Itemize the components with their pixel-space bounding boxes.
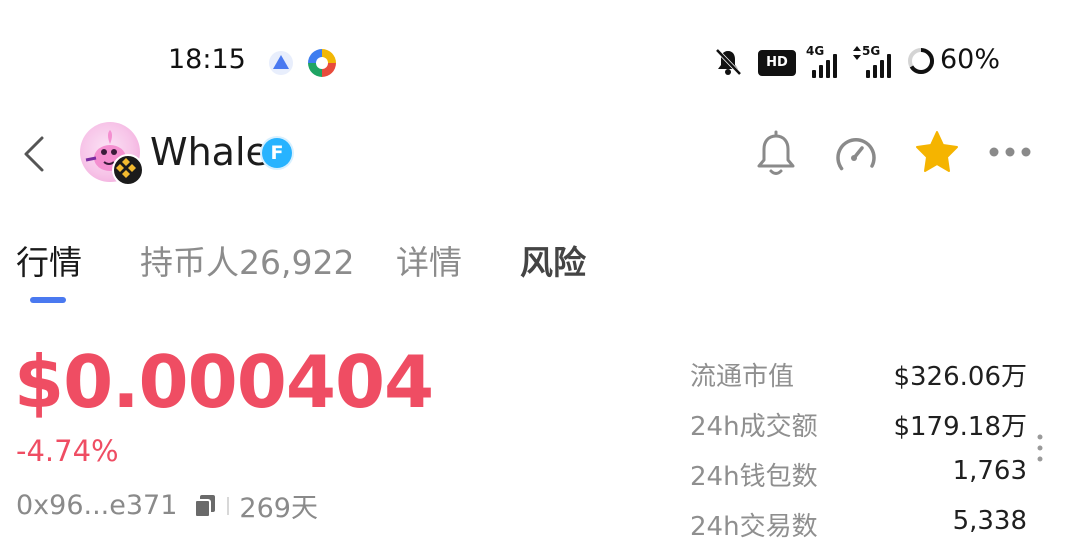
stat-value-24h-trades: 5,338 — [952, 506, 1027, 536]
contract-address: 0x96...e371 — [16, 490, 178, 521]
verified-badge: F — [262, 138, 292, 168]
signal-5g-icon: 5G — [852, 44, 902, 78]
tab-details[interactable]: 详情 — [396, 236, 462, 284]
stat-value-market-cap: $326.06万 — [893, 362, 1027, 392]
stat-label-24h-trades: 24h交易数 — [690, 512, 818, 542]
price-change: -4.74% — [16, 434, 119, 468]
tab-holders[interactable]: 持币人26,922 — [140, 236, 354, 284]
app-notification-icon-2 — [308, 49, 336, 77]
token-age: 269天 — [239, 493, 318, 524]
app-notification-icon — [269, 51, 293, 75]
mute-bell-icon — [715, 48, 742, 76]
tab-market[interactable]: 行情 — [16, 236, 82, 284]
tab-active-indicator — [30, 297, 66, 303]
status-time: 18:15 — [168, 44, 246, 75]
stat-label-24h-volume: 24h成交额 — [690, 412, 818, 442]
stat-label-24h-wallets: 24h钱包数 — [690, 462, 818, 492]
gauge-icon[interactable] — [830, 128, 882, 180]
back-arrow-icon[interactable] — [18, 132, 50, 176]
star-favorite-icon[interactable] — [912, 128, 962, 178]
tab-risk[interactable]: 风险 — [520, 236, 586, 284]
divider — [227, 496, 230, 515]
stat-value-24h-wallets: 1,763 — [952, 456, 1027, 486]
battery-icon — [908, 47, 934, 74]
token-price: $0.000404 — [14, 340, 434, 424]
battery-percent: 60% — [940, 44, 1001, 75]
more-options-icon[interactable] — [986, 140, 1034, 164]
copy-icon[interactable] — [193, 493, 217, 519]
stat-label-market-cap: 流通市值 — [690, 362, 795, 392]
token-name: Whale — [150, 130, 269, 174]
hd-voice-icon: HD — [758, 50, 796, 76]
vertical-more-icon[interactable] — [1034, 432, 1046, 464]
address-row: 0x96...e371 269天 — [16, 486, 318, 525]
signal-4g-icon: 4G — [806, 44, 846, 78]
chain-badge-icon — [112, 154, 144, 186]
bell-icon[interactable] — [752, 128, 800, 180]
stat-value-24h-volume: $179.18万 — [893, 412, 1027, 442]
